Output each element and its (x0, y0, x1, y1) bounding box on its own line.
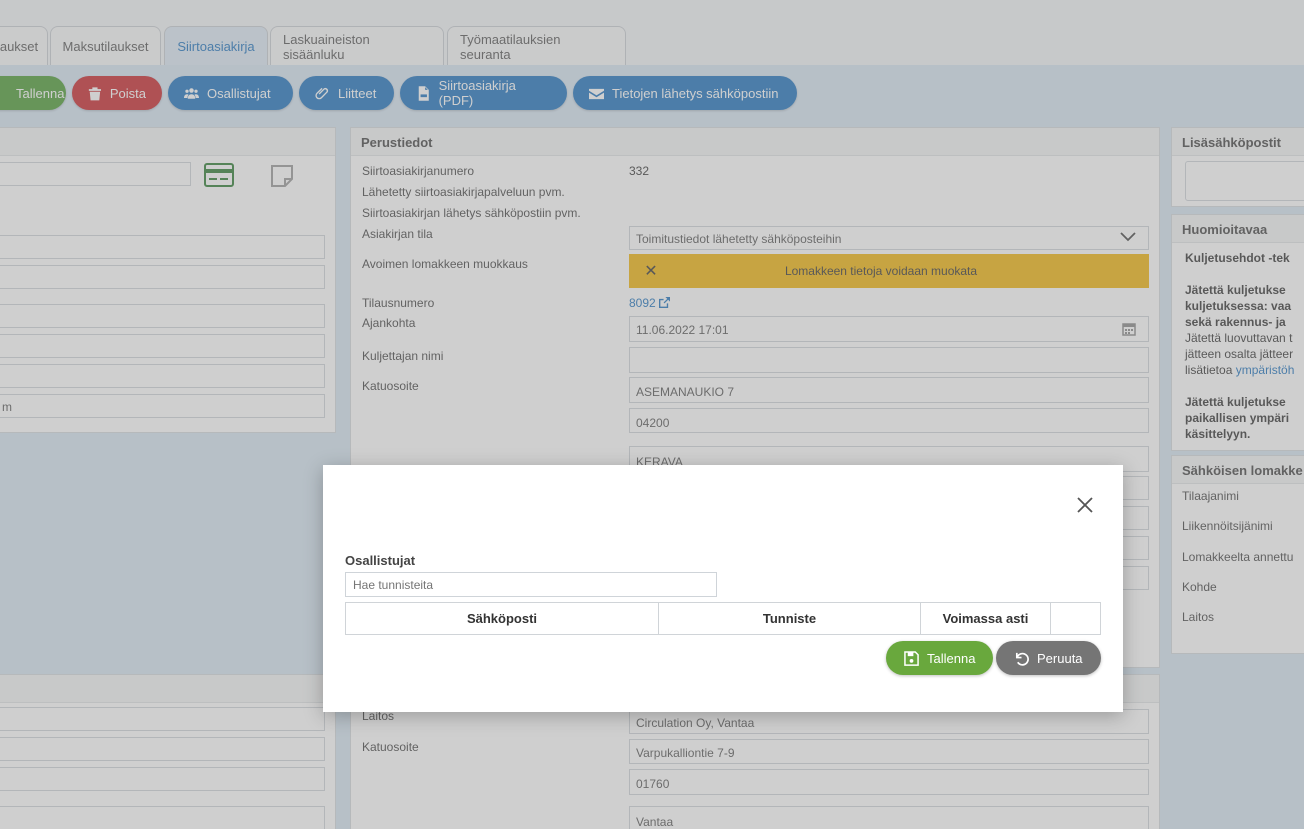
modal-save-button[interactable]: Tallenna (886, 641, 994, 675)
close-icon[interactable] (1075, 495, 1095, 515)
column-header-identifier[interactable]: Tunniste (659, 603, 921, 634)
modal-cancel-button[interactable]: Peruuta (996, 641, 1101, 675)
modal-save-label: Tallenna (927, 650, 976, 666)
column-header-email[interactable]: Sähköposti (346, 603, 659, 634)
participants-table-header: Sähköposti Tunniste Voimassa asti (345, 602, 1101, 635)
floppy-disk-icon (904, 650, 919, 666)
undo-icon (1015, 652, 1029, 666)
modal-title: Osallistujat (345, 553, 416, 568)
column-header-actions (1051, 603, 1100, 634)
column-header-valid-until[interactable]: Voimassa asti (921, 603, 1051, 634)
participants-search-input[interactable] (345, 572, 717, 597)
participants-modal: Osallistujat Sähköposti Tunniste Voimass… (323, 465, 1123, 712)
modal-cancel-label: Peruuta (1037, 650, 1083, 666)
